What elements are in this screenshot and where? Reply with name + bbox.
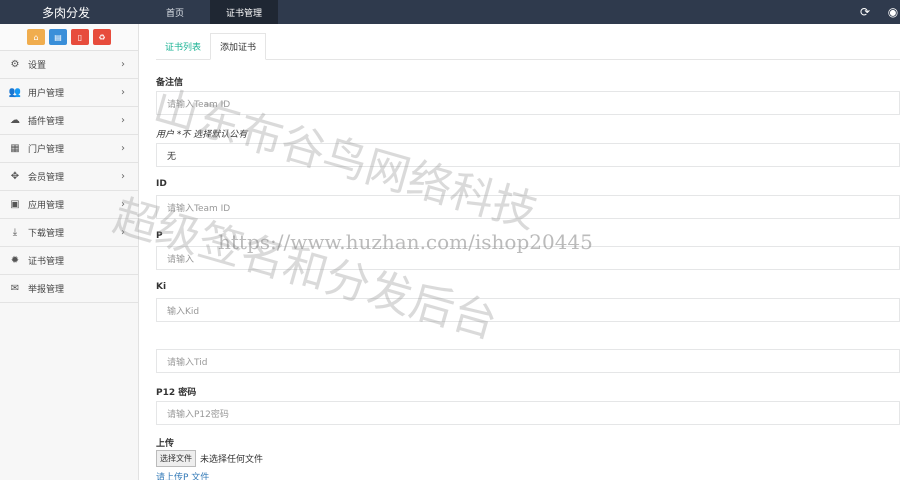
file-icon[interactable]: ▤	[49, 29, 67, 45]
users-icon: 👥	[8, 87, 22, 98]
envelope-icon: ✉	[10, 283, 20, 294]
cert-icon: ✹	[10, 255, 20, 266]
sidebar-item-settings[interactable]: ⚙ 设置 ›	[0, 51, 138, 79]
top-nav: 首页 证书管理	[140, 0, 279, 24]
remark-input[interactable]: 请输入Team ID	[156, 91, 900, 115]
android-icon: ▣	[10, 199, 20, 210]
sidebar: ⌂ ▤ ▯ ♻ ⚙ 设置 › 👥 用户管理 › ☁ 插件管理 › ▦ 门户管理 …	[0, 24, 139, 480]
sidebar-item-label: 设置	[28, 61, 47, 71]
sidebar-item-plugins[interactable]: ☁ 插件管理 ›	[0, 107, 138, 135]
home-icon[interactable]: ⌂	[27, 29, 45, 45]
file-upload: 选择文件 未选择任何文件	[156, 450, 263, 467]
grid-icon: ▦	[10, 143, 20, 154]
chevron-right-icon: ›	[121, 227, 125, 238]
chevron-right-icon: ›	[121, 115, 125, 126]
upload-help-text: 请上传P 文件	[156, 473, 210, 480]
tid-input[interactable]: 请输入Tid	[156, 349, 900, 373]
sidebar-item-label: 下载管理	[28, 229, 65, 239]
brand-title[interactable]: 多肉分发	[0, 0, 140, 24]
chevron-right-icon: ›	[121, 171, 125, 182]
sidebar-item-label: 应用管理	[28, 201, 65, 211]
nav-home[interactable]: 首页	[140, 0, 210, 24]
main-content: 证书列表 添加证书 备注信 请输入Team ID 用户 *不 选择默认公有 无 …	[140, 24, 900, 480]
sidebar-item-portal[interactable]: ▦ 门户管理 ›	[0, 135, 138, 163]
p12-password-input[interactable]: 请输入P12密码	[156, 401, 900, 425]
chevron-right-icon: ›	[121, 59, 125, 70]
sidebar-item-label: 用户管理	[28, 89, 65, 99]
sidebar-item-apps[interactable]: ▣ 应用管理 ›	[0, 191, 138, 219]
file-status: 未选择任何文件	[200, 455, 264, 465]
delete-icon[interactable]: ▯	[71, 29, 89, 45]
sidebar-item-downloads[interactable]: ⤓ 下载管理 ›	[0, 219, 138, 247]
gear-icon: ⚙	[10, 59, 20, 70]
field-label-team-id: ID	[156, 179, 167, 189]
field-label-user: 用户 *不 选择默认公有	[156, 130, 248, 140]
sidebar-item-label: 会员管理	[28, 173, 65, 183]
field-label-p12-password: P12 密码	[156, 388, 197, 398]
sidebar-item-members[interactable]: ✥ 会员管理 ›	[0, 163, 138, 191]
chevron-right-icon: ›	[121, 199, 125, 210]
sidebar-item-label: 门户管理	[28, 145, 65, 155]
top-right-actions: ⟳ ◉	[858, 0, 900, 24]
sidebar-item-certificates[interactable]: ✹ 证书管理	[0, 247, 138, 275]
p-input[interactable]: 请输入	[156, 246, 900, 270]
top-navbar: 多肉分发 首页 证书管理 ⟳ ◉	[0, 0, 900, 24]
field-label-upload: 上传	[156, 439, 175, 449]
field-label-p: P	[156, 231, 163, 241]
nav-cert-management[interactable]: 证书管理	[210, 0, 279, 24]
refresh-icon[interactable]: ⟳	[858, 0, 872, 24]
move-icon: ✥	[10, 171, 20, 182]
tab-bar: 证书列表 添加证书	[156, 33, 900, 60]
choose-file-button[interactable]: 选择文件	[156, 450, 196, 467]
chevron-right-icon: ›	[121, 143, 125, 154]
user-select[interactable]: 无	[156, 143, 900, 167]
download-icon: ⤓	[12, 227, 18, 238]
sidebar-item-users[interactable]: 👥 用户管理 ›	[0, 79, 138, 107]
sidebar-item-label: 举报管理	[28, 285, 65, 295]
tab-add-certificate[interactable]: 添加证书	[210, 33, 267, 60]
field-label-remark: 备注信	[156, 78, 184, 88]
user-menu-icon[interactable]: ◉	[886, 0, 900, 24]
recycle-icon[interactable]: ♻	[93, 29, 111, 45]
sidebar-item-reports[interactable]: ✉ 举报管理	[0, 275, 138, 303]
sidebar-item-label: 插件管理	[28, 117, 65, 127]
team-id-input[interactable]: 请输入Team ID	[156, 195, 900, 219]
field-label-kid: Ki	[156, 282, 167, 292]
sidebar-item-label: 证书管理	[28, 257, 65, 267]
chevron-right-icon: ›	[121, 87, 125, 98]
tab-certificate-list[interactable]: 证书列表	[156, 33, 210, 59]
quick-actions: ⌂ ▤ ▯ ♻	[0, 24, 138, 51]
cloud-icon: ☁	[10, 115, 20, 126]
kid-input[interactable]: 输入Kid	[156, 298, 900, 322]
